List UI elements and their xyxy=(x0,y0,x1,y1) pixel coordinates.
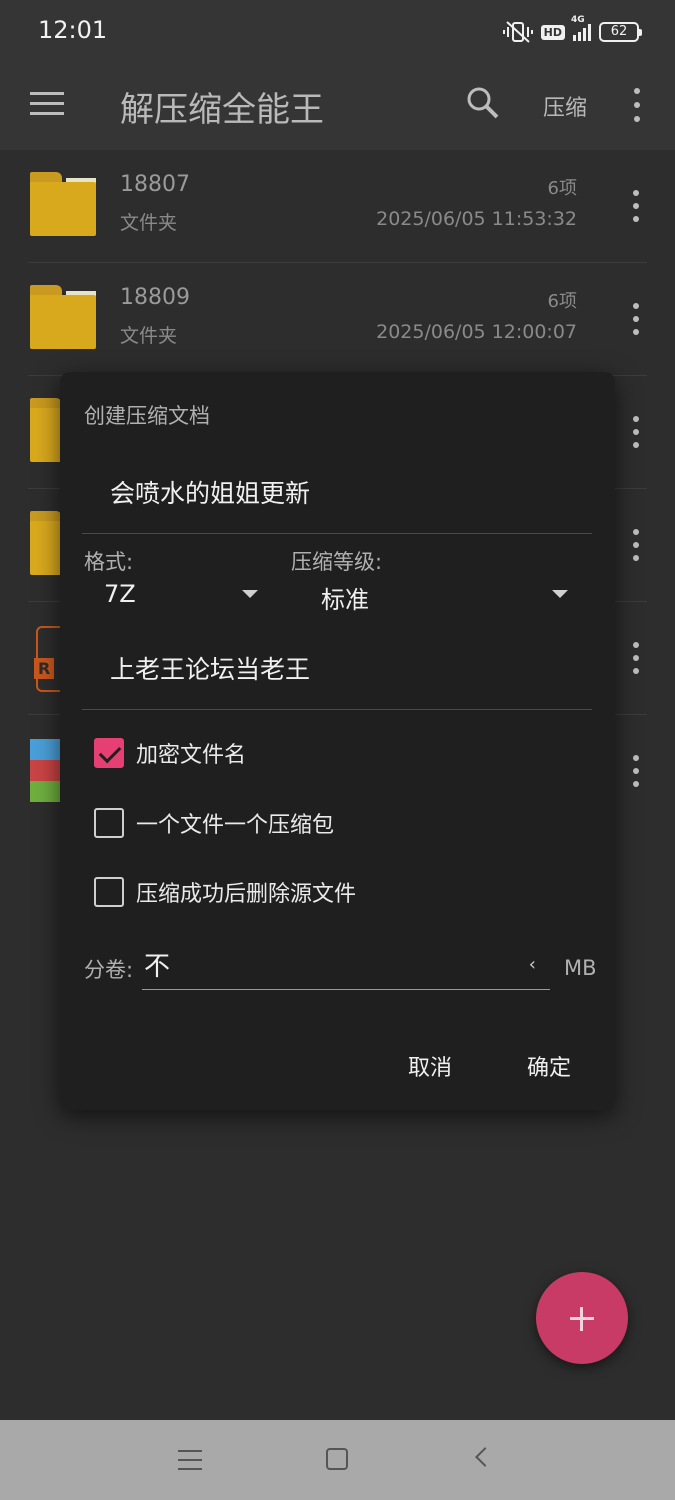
row-more-icon[interactable] xyxy=(629,416,643,448)
encrypt-filenames-option[interactable]: 加密文件名 xyxy=(94,737,246,769)
row-more-icon[interactable] xyxy=(629,642,643,674)
back-icon[interactable] xyxy=(475,1447,495,1467)
status-icons: HD 4G 62 xyxy=(502,15,642,46)
one-archive-per-file-option[interactable]: 一个文件一个压缩包 xyxy=(94,807,334,839)
row-more-icon[interactable] xyxy=(629,303,643,335)
encrypt-filenames-label: 加密文件名 xyxy=(136,743,247,768)
create-archive-dialog: 创建压缩文档 会喷水的姐姐更新 格式: 7Z 压缩等级: 标准 上老王论坛当老王… xyxy=(60,372,615,1110)
split-unit: MB xyxy=(564,956,597,980)
file-name: 18807 xyxy=(120,172,190,197)
split-volume-label: 分卷: xyxy=(84,958,134,982)
password-value: 上老王论坛当老王 xyxy=(110,655,311,684)
hamburger-menu-icon[interactable] xyxy=(30,92,64,118)
status-bar: 12:01 HD 4G 62 xyxy=(0,0,675,62)
app-title: 解压缩全能王 xyxy=(120,90,324,130)
file-name: 18809 xyxy=(120,285,190,310)
split-volume-value: 不 xyxy=(144,952,171,982)
more-options-icon[interactable] xyxy=(630,88,644,122)
list-item[interactable]: 18807 文件夹 6项 2025/06/05 11:53:32 xyxy=(28,150,647,263)
one-archive-per-file-label: 一个文件一个压缩包 xyxy=(136,813,335,838)
modified-date: 2025/06/05 12:00:07 xyxy=(376,321,577,343)
delete-source-checkbox[interactable] xyxy=(94,877,124,907)
list-item[interactable]: 18809 文件夹 6项 2025/06/05 12:00:07 xyxy=(28,263,647,376)
battery-icon: 62 xyxy=(599,22,642,42)
home-icon[interactable] xyxy=(326,1448,348,1470)
cancel-button[interactable]: 取消 xyxy=(408,1050,452,1082)
file-type: 文件夹 xyxy=(120,325,178,347)
archive-name-value: 会喷水的姐姐更新 xyxy=(110,479,311,508)
vibrate-off-icon xyxy=(502,21,533,43)
hd-badge: HD xyxy=(540,24,565,40)
item-count: 6项 xyxy=(547,178,577,199)
row-more-icon[interactable] xyxy=(629,755,643,787)
compress-button[interactable]: 压缩 xyxy=(543,90,587,122)
row-more-icon[interactable] xyxy=(629,529,643,561)
one-archive-per-file-checkbox[interactable] xyxy=(94,808,124,838)
folder-icon xyxy=(30,285,96,351)
encrypt-filenames-checkbox[interactable] xyxy=(94,738,124,768)
confirm-button[interactable]: 确定 xyxy=(527,1050,571,1082)
app-bar: 解压缩全能王 压缩 xyxy=(0,62,675,150)
chevron-left-icon[interactable]: ‹ xyxy=(529,954,536,975)
recents-icon[interactable] xyxy=(178,1450,202,1470)
row-more-icon[interactable] xyxy=(629,190,643,222)
system-nav-bar xyxy=(0,1420,675,1500)
split-volume-input[interactable]: 不 ‹ xyxy=(142,942,550,990)
file-type: 文件夹 xyxy=(120,212,178,234)
format-dropdown-icon[interactable] xyxy=(242,590,258,598)
item-count: 6项 xyxy=(547,291,577,312)
delete-source-label: 压缩成功后删除源文件 xyxy=(136,882,357,907)
archive-name-input[interactable]: 会喷水的姐姐更新 xyxy=(82,464,592,534)
password-input[interactable]: 上老王论坛当老王 xyxy=(82,640,592,710)
level-dropdown-icon[interactable] xyxy=(552,590,568,598)
compression-level-label: 压缩等级: xyxy=(291,550,383,574)
search-icon[interactable] xyxy=(466,86,500,120)
folder-icon xyxy=(30,172,96,238)
delete-source-option[interactable]: 压缩成功后删除源文件 xyxy=(94,876,356,908)
network-type: 4G xyxy=(571,15,585,25)
status-time: 12:01 xyxy=(38,16,108,44)
signal-icon: 4G xyxy=(571,15,591,41)
dialog-title: 创建压缩文档 xyxy=(84,404,210,428)
modified-date: 2025/06/05 11:53:32 xyxy=(376,208,577,230)
format-label: 格式: xyxy=(84,550,134,574)
format-select[interactable]: 7Z xyxy=(104,580,136,608)
add-fab-button[interactable] xyxy=(536,1272,628,1364)
compression-level-select[interactable]: 标准 xyxy=(321,580,369,615)
archive-file-icon xyxy=(30,739,60,803)
